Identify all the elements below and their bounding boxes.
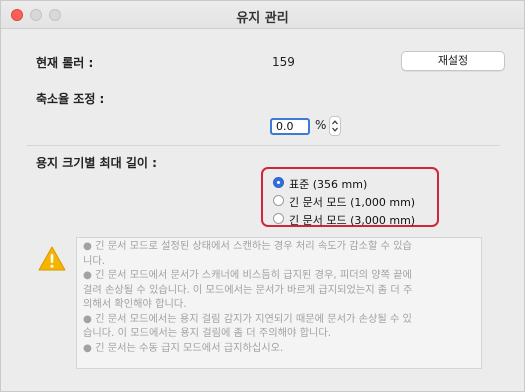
radio-label: 긴 문서 모드 (1,000 mm) bbox=[289, 196, 416, 209]
divider bbox=[27, 145, 500, 146]
scale-input[interactable]: 0.0 bbox=[270, 118, 310, 135]
note-line: ● 긴 문서 모드로 설정된 상태에서 스캔하는 경우 처리 속도가 감소할 수… bbox=[83, 241, 412, 252]
reset-button[interactable]: 재설정 bbox=[401, 51, 505, 71]
notes-text-area[interactable]: ● 긴 문서 모드로 설정된 상태에서 스캔하는 경우 처리 속도가 감소할 수… bbox=[76, 237, 482, 369]
paper-length-label: 용지 크기별 최대 길이 : bbox=[36, 156, 157, 170]
note-line: 니다. bbox=[83, 255, 105, 267]
maintenance-window: 유지 관리 현재 롤러 : 159 재설정 축소율 조정 : 0.0 % 용지 … bbox=[0, 0, 525, 392]
note-line: ● 긴 문서는 수동 급지 모드에서 급지하십시오. bbox=[83, 342, 284, 354]
roller-count: 159 bbox=[272, 55, 295, 69]
note-line: 걸려 손상될 수 있습니다. 이 모드에서는 문서가 바르게 급지되었는지 좀 … bbox=[83, 284, 413, 296]
radio-label: 긴 문서 모드 (3,000 mm) bbox=[289, 214, 416, 227]
roller-label: 현재 롤러 : bbox=[36, 56, 94, 70]
scale-unit: % bbox=[315, 118, 327, 132]
warning-icon bbox=[37, 245, 67, 277]
note-line: ● 긴 문서 모드에서 문서가 스캐너에 비스듬히 급지된 경우, 피더의 양쪽… bbox=[83, 270, 412, 281]
note-line: 습니다. 이 모드에서는 용지 걸림에 좀 더 주의해야 합니다. bbox=[83, 328, 331, 339]
radio-button[interactable] bbox=[273, 213, 284, 224]
radio-button-selected[interactable] bbox=[273, 177, 284, 188]
stepper-icon[interactable] bbox=[329, 116, 341, 136]
radio-button[interactable] bbox=[273, 195, 284, 206]
radio-label: 표준 (356 mm) bbox=[289, 178, 368, 191]
note-line: 의해서 확인해야 합니다. bbox=[83, 299, 187, 310]
title-bar: 유지 관리 bbox=[1, 1, 524, 29]
window-title: 유지 관리 bbox=[236, 11, 289, 26]
note-line: ● 긴 문서 모드에서는 용지 걸림 감지가 지연되기 때문에 문서가 손상될 … bbox=[83, 313, 412, 325]
scale-label: 축소율 조정 : bbox=[36, 92, 105, 106]
